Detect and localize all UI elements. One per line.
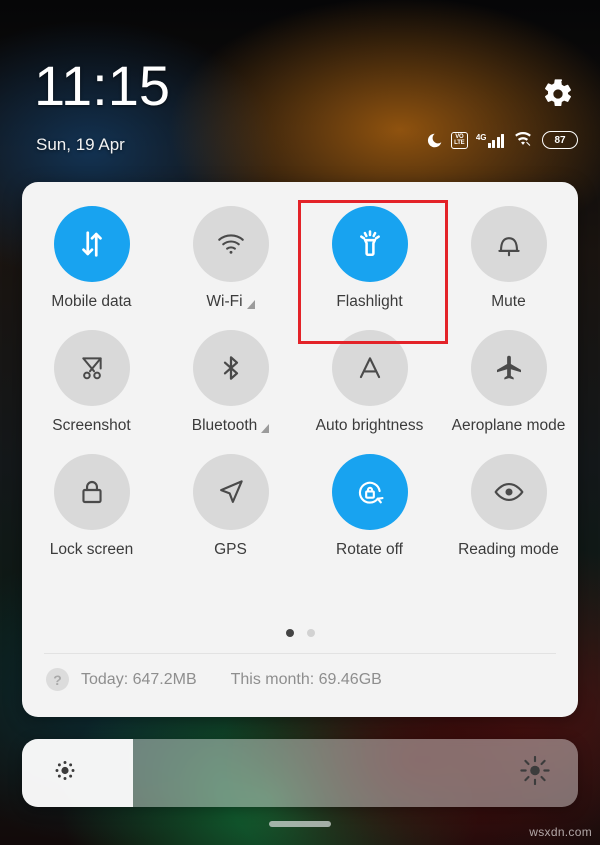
- eye-icon: [470, 454, 547, 530]
- wifi-icon: [192, 206, 269, 282]
- home-indicator[interactable]: [269, 821, 331, 827]
- tile-label: Wi-Fi: [206, 293, 255, 311]
- tile-label-text: Rotate off: [336, 541, 403, 558]
- tile-aeroplane-mode[interactable]: Aeroplane mode: [439, 316, 578, 435]
- page-dot-1[interactable]: [285, 629, 294, 637]
- flashlight-icon: [331, 206, 408, 282]
- gear-icon[interactable]: [542, 78, 574, 110]
- tile-label-text: Lock screen: [49, 541, 134, 558]
- brightness-low-icon: [52, 758, 78, 789]
- tile-label: Aeroplane mode: [452, 417, 566, 435]
- wifi-slash-icon: [512, 131, 534, 149]
- tile-bluetooth[interactable]: Bluetooth: [161, 316, 300, 435]
- bell-icon: [470, 206, 547, 282]
- tile-label-text: Mute: [491, 293, 526, 310]
- data-usage-today: Today: 647.2MB: [81, 670, 197, 688]
- tile-label: Auto brightness: [316, 417, 424, 435]
- tile-label: GPS: [214, 541, 247, 559]
- status-icon-group: VO LTE 4G 87: [426, 131, 578, 149]
- tile-label: Mute: [491, 293, 525, 311]
- page-indicator: [22, 629, 578, 637]
- tile-label: Lock screen: [50, 541, 134, 559]
- panel-divider: [44, 653, 556, 654]
- tile-screenshot[interactable]: Screenshot: [22, 316, 161, 435]
- quick-settings-panel: Mobile data Wi-Fi Flashlight Mute Screen…: [22, 182, 578, 717]
- tile-label-text: Screenshot: [52, 417, 131, 434]
- tile-auto-brightness[interactable]: Auto brightness: [300, 316, 439, 435]
- network-type-label: 4G: [475, 132, 487, 142]
- tile-label-text: Reading mode: [458, 541, 559, 558]
- status-bar: 11:15 Sun, 19 Apr VO LTE 4G 87: [0, 0, 600, 178]
- tile-mobile-data[interactable]: Mobile data: [22, 192, 161, 311]
- expand-triangle-icon[interactable]: [246, 299, 255, 309]
- page-dot-2[interactable]: [306, 629, 315, 637]
- moon-icon: [426, 132, 443, 149]
- tile-gps[interactable]: GPS: [161, 440, 300, 559]
- tile-label-text: Auto brightness: [315, 417, 424, 434]
- data-usage-month: This month: 69.46GB: [230, 670, 382, 688]
- brightness-slider[interactable]: [22, 739, 578, 807]
- lock-icon: [53, 454, 130, 530]
- data-usage-row[interactable]: ? Today: 647.2MB This month: 69.46GB: [46, 668, 382, 691]
- tile-label-text: GPS: [214, 541, 247, 558]
- signal-bars-icon: 4G: [476, 133, 504, 148]
- tile-lock-screen[interactable]: Lock screen: [22, 440, 161, 559]
- tile-label-text: Flashlight: [336, 293, 403, 310]
- expand-triangle-icon[interactable]: [261, 423, 270, 433]
- tile-label-text: Wi-Fi: [206, 293, 243, 310]
- tile-flashlight[interactable]: Flashlight: [300, 192, 439, 311]
- watermark: wsxdn.com: [529, 825, 592, 839]
- tile-label-text: Mobile data: [51, 293, 132, 310]
- tile-label: Flashlight: [336, 293, 402, 311]
- tile-label: Rotate off: [336, 541, 403, 559]
- tile-mute[interactable]: Mute: [439, 192, 578, 311]
- tile-label: Screenshot: [52, 417, 130, 435]
- clock-time: 11:15: [34, 54, 170, 117]
- auto-brightness-icon: [331, 330, 408, 406]
- tile-label: Bluetooth: [192, 417, 270, 435]
- phone-screen: 11:15 Sun, 19 Apr VO LTE 4G 87 Mobile da…: [0, 0, 600, 845]
- battery-icon: 87: [542, 131, 578, 149]
- question-mark-icon[interactable]: ?: [46, 668, 69, 691]
- scissors-icon: [53, 330, 130, 406]
- tile-label-text: Bluetooth: [191, 417, 258, 434]
- tile-rotate-off[interactable]: Rotate off: [300, 440, 439, 559]
- tile-label: Mobile data: [51, 293, 131, 311]
- clock-date: Sun, 19 Apr: [36, 135, 125, 154]
- brightness-high-icon: [519, 755, 551, 792]
- tile-wifi[interactable]: Wi-Fi: [161, 192, 300, 311]
- mobile-data-icon: [53, 206, 130, 282]
- battery-level-text: 87: [554, 134, 566, 146]
- tile-label: Reading mode: [458, 541, 559, 559]
- quick-settings-tile-grid: Mobile data Wi-Fi Flashlight Mute Screen…: [22, 192, 578, 559]
- volte-icon: VO LTE: [450, 131, 468, 149]
- rotate-lock-icon: [331, 454, 408, 530]
- bluetooth-icon: [192, 330, 269, 406]
- airplane-icon: [470, 330, 547, 406]
- tile-label-text: Aeroplane mode: [451, 417, 566, 434]
- navigation-arrow-icon: [192, 454, 269, 530]
- tile-reading-mode[interactable]: Reading mode: [439, 440, 578, 559]
- volte-bottom-text: LTE: [454, 140, 465, 146]
